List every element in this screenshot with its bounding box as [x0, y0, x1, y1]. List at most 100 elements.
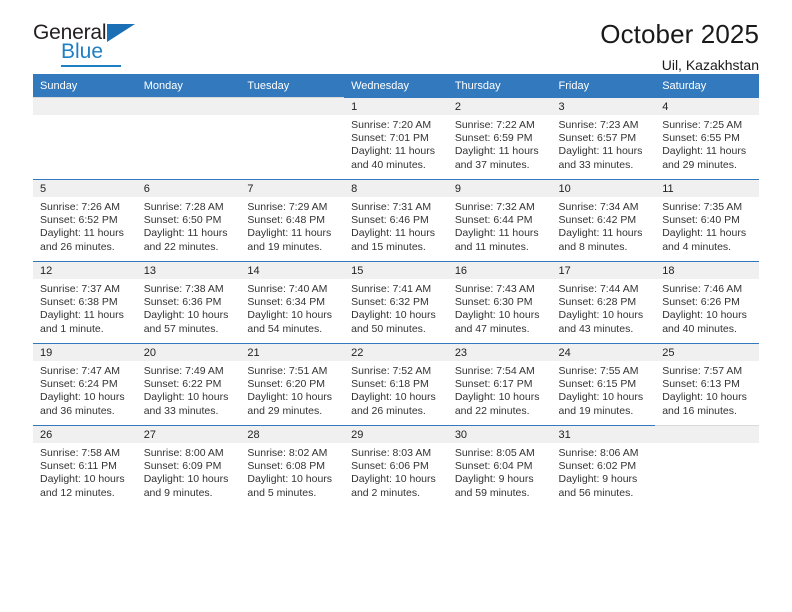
day-number: 17	[551, 262, 656, 279]
sunset-text: Sunset: 6:46 PM	[351, 214, 429, 227]
calendar-day-cell[interactable]: 31 Sunrise: 8:06 AM Sunset: 6:02 PM Dayligh…	[551, 425, 656, 507]
day-details: Sunrise: 7:31 AM Sunset: 6:46 PM Daylight:…	[344, 197, 448, 254]
calendar-day-cell[interactable]: 28 Sunrise: 8:02 AM Sunset: 6:08 PM Dayligh…	[240, 425, 345, 507]
calendar-day-cell[interactable]: 10 Sunrise: 7:34 AM Sunset: 6:42 PM Dayligh…	[551, 179, 656, 261]
sunrise-text: Sunrise: 7:54 AM	[454, 365, 535, 377]
day-details: Sunrise: 7:47 AM Sunset: 6:24 PM Daylight:…	[33, 361, 137, 418]
sunset-text: Sunset: 6:30 PM	[454, 296, 533, 309]
day-details: Sunrise: 8:02 AM Sunset: 6:08 PM Daylight:…	[240, 443, 344, 500]
sunset-text: Sunset: 6:59 PM	[454, 132, 533, 145]
calendar-day-cell[interactable]: 21 Sunrise: 7:51 AM Sunset: 6:20 PM Dayligh…	[240, 343, 345, 425]
day-number	[655, 426, 759, 443]
daylight-text: Daylight: 11 hours and 29 minutes.	[662, 145, 747, 171]
calendar-day-cell[interactable]: 7 Sunrise: 7:29 AM Sunset: 6:48 PM Daylight…	[240, 179, 345, 261]
sunrise-text: Sunrise: 8:05 AM	[454, 447, 535, 459]
title-block: October 2025 Uil, Kazakhstan	[600, 19, 759, 73]
daylight-text: Daylight: 10 hours and 22 minutes.	[454, 391, 540, 417]
sunrise-text: Sunrise: 7:57 AM	[662, 365, 743, 377]
calendar-table: Sunday Monday Tuesday Wednesday Thursday Frid…	[33, 74, 759, 507]
page-subtitle: Uil, Kazakhstan	[661, 56, 759, 73]
sunrise-text: Sunrise: 7:55 AM	[558, 365, 639, 377]
weekday-header-friday: Friday	[551, 74, 656, 97]
day-number: 8	[344, 180, 448, 197]
daylight-text: Daylight: 10 hours and 50 minutes.	[351, 309, 436, 335]
daylight-text: Daylight: 11 hours and 8 minutes.	[558, 227, 643, 253]
day-number: 30	[447, 426, 552, 443]
calendar-day-cell[interactable]: 4 Sunrise: 7:25 AM Sunset: 6:55 PM Daylight…	[655, 97, 759, 179]
calendar-day-cell[interactable]: 15 Sunrise: 7:41 AM Sunset: 6:32 PM Dayligh…	[344, 261, 448, 343]
calendar-day-cell[interactable]: 5 Sunrise: 7:26 AM Sunset: 6:52 PM Daylight…	[33, 179, 137, 261]
calendar-day-cell[interactable]: 8 Sunrise: 7:31 AM Sunset: 6:46 PM Daylight…	[344, 179, 448, 261]
calendar-day-cell[interactable]: 2 Sunrise: 7:22 AM Sunset: 6:59 PM Daylight…	[447, 97, 552, 179]
day-number: 22	[344, 344, 448, 361]
calendar-day-cell[interactable]: 9 Sunrise: 7:32 AM Sunset: 6:44 PM Daylight…	[447, 179, 552, 261]
sunset-text: Sunset: 6:50 PM	[143, 214, 222, 227]
day-number: 26	[33, 426, 137, 443]
calendar-day-cell[interactable]: 1 Sunrise: 7:20 AM Sunset: 7:01 PM Daylight…	[344, 97, 448, 179]
weekday-header-wednesday: Wednesday	[344, 74, 448, 97]
calendar-day-cell[interactable]: 3 Sunrise: 7:23 AM Sunset: 6:57 PM Daylight…	[551, 97, 656, 179]
calendar-cell-empty	[136, 97, 241, 179]
calendar-day-cell[interactable]: 29 Sunrise: 8:03 AM Sunset: 6:06 PM Dayligh…	[344, 425, 448, 507]
calendar-day-cell[interactable]: 18 Sunrise: 7:46 AM Sunset: 6:26 PM Dayligh…	[655, 261, 759, 343]
day-cell-inner: 16 Sunrise: 7:43 AM Sunset: 6:30 PM Dayligh…	[447, 261, 552, 343]
daylight-text: Daylight: 11 hours and 15 minutes.	[351, 227, 435, 253]
calendar-day-cell[interactable]: 25 Sunrise: 7:57 AM Sunset: 6:13 PM Dayligh…	[655, 343, 759, 425]
sunrise-text: Sunrise: 7:47 AM	[40, 365, 120, 377]
calendar-day-cell[interactable]: 16 Sunrise: 7:43 AM Sunset: 6:30 PM Dayligh…	[447, 261, 552, 343]
day-number: 28	[240, 426, 345, 443]
day-cell-inner: 6 Sunrise: 7:28 AM Sunset: 6:50 PM Daylight…	[136, 179, 241, 261]
sunrise-text: Sunrise: 7:40 AM	[247, 283, 328, 295]
calendar-cell-empty	[655, 425, 759, 507]
daylight-text: Daylight: 9 hours and 59 minutes.	[454, 473, 534, 499]
sunrise-text: Sunrise: 8:06 AM	[558, 447, 639, 459]
sunrise-text: Sunrise: 7:26 AM	[40, 201, 120, 213]
calendar-day-cell[interactable]: 13 Sunrise: 7:38 AM Sunset: 6:36 PM Dayligh…	[136, 261, 241, 343]
calendar-day-cell[interactable]: 30 Sunrise: 8:05 AM Sunset: 6:04 PM Dayligh…	[447, 425, 552, 507]
day-details: Sunrise: 7:51 AM Sunset: 6:20 PM Daylight:…	[240, 361, 344, 418]
logo-text-blue: Blue	[61, 40, 104, 63]
general-blue-logo: General Blue	[33, 22, 163, 68]
calendar-day-cell[interactable]: 23 Sunrise: 7:54 AM Sunset: 6:17 PM Dayligh…	[447, 343, 552, 425]
daylight-text: Daylight: 10 hours and 40 minutes.	[662, 309, 747, 335]
calendar-day-cell[interactable]: 14 Sunrise: 7:40 AM Sunset: 6:34 PM Dayligh…	[240, 261, 345, 343]
day-number	[136, 98, 241, 115]
day-details: Sunrise: 7:40 AM Sunset: 6:34 PM Daylight:…	[240, 279, 344, 336]
day-cell-inner: 9 Sunrise: 7:32 AM Sunset: 6:44 PM Daylight…	[447, 179, 552, 261]
day-cell-inner: 17 Sunrise: 7:44 AM Sunset: 6:28 PM Dayligh…	[551, 261, 656, 343]
calendar-day-cell[interactable]: 20 Sunrise: 7:49 AM Sunset: 6:22 PM Dayligh…	[136, 343, 241, 425]
calendar-day-cell[interactable]: 11 Sunrise: 7:35 AM Sunset: 6:40 PM Dayligh…	[655, 179, 759, 261]
sunrise-text: Sunrise: 7:29 AM	[247, 201, 328, 213]
day-number: 9	[447, 180, 552, 197]
daylight-text: Daylight: 11 hours and 33 minutes.	[558, 145, 643, 171]
day-cell-inner: 7 Sunrise: 7:29 AM Sunset: 6:48 PM Daylight…	[240, 179, 345, 261]
day-cell-inner	[136, 97, 241, 179]
calendar-day-cell[interactable]: 17 Sunrise: 7:44 AM Sunset: 6:28 PM Dayligh…	[551, 261, 656, 343]
calendar-day-cell[interactable]: 6 Sunrise: 7:28 AM Sunset: 6:50 PM Daylight…	[136, 179, 241, 261]
calendar-day-cell[interactable]: 26 Sunrise: 7:58 AM Sunset: 6:11 PM Dayligh…	[33, 425, 137, 507]
calendar-day-cell[interactable]: 12 Sunrise: 7:37 AM Sunset: 6:38 PM Dayligh…	[33, 261, 137, 343]
sunrise-text: Sunrise: 7:34 AM	[558, 201, 639, 213]
sunrise-text: Sunrise: 7:52 AM	[351, 365, 432, 377]
day-cell-inner: 29 Sunrise: 8:03 AM Sunset: 6:06 PM Dayligh…	[344, 425, 448, 507]
calendar-day-cell[interactable]: 19 Sunrise: 7:47 AM Sunset: 6:24 PM Dayligh…	[33, 343, 137, 425]
day-cell-inner: 12 Sunrise: 7:37 AM Sunset: 6:38 PM Dayligh…	[33, 261, 137, 343]
calendar-page: General Blue October 2025 Uil, Kazakhsta…	[0, 0, 792, 612]
day-details: Sunrise: 7:29 AM Sunset: 6:48 PM Daylight:…	[240, 197, 344, 254]
day-details: Sunrise: 7:41 AM Sunset: 6:32 PM Daylight:…	[344, 279, 448, 336]
day-cell-inner: 21 Sunrise: 7:51 AM Sunset: 6:20 PM Dayligh…	[240, 343, 345, 425]
sunset-text: Sunset: 6:52 PM	[40, 214, 118, 227]
calendar-day-cell[interactable]: 22 Sunrise: 7:52 AM Sunset: 6:18 PM Dayligh…	[344, 343, 448, 425]
calendar-day-cell[interactable]: 27 Sunrise: 8:00 AM Sunset: 6:09 PM Dayligh…	[136, 425, 241, 507]
day-number: 10	[551, 180, 656, 197]
day-number: 4	[655, 98, 759, 115]
weekday-header-monday: Monday	[136, 74, 241, 97]
day-number: 23	[447, 344, 552, 361]
daylight-text: Daylight: 10 hours and 33 minutes.	[143, 391, 229, 417]
weekday-header-saturday: Saturday	[655, 74, 759, 97]
sunrise-text: Sunrise: 7:25 AM	[662, 119, 743, 131]
daylight-text: Daylight: 10 hours and 19 minutes.	[558, 391, 644, 417]
day-details: Sunrise: 7:52 AM Sunset: 6:18 PM Daylight:…	[344, 361, 448, 418]
daylight-text: Daylight: 11 hours and 19 minutes.	[247, 227, 332, 253]
calendar-day-cell[interactable]: 24 Sunrise: 7:55 AM Sunset: 6:15 PM Dayligh…	[551, 343, 656, 425]
